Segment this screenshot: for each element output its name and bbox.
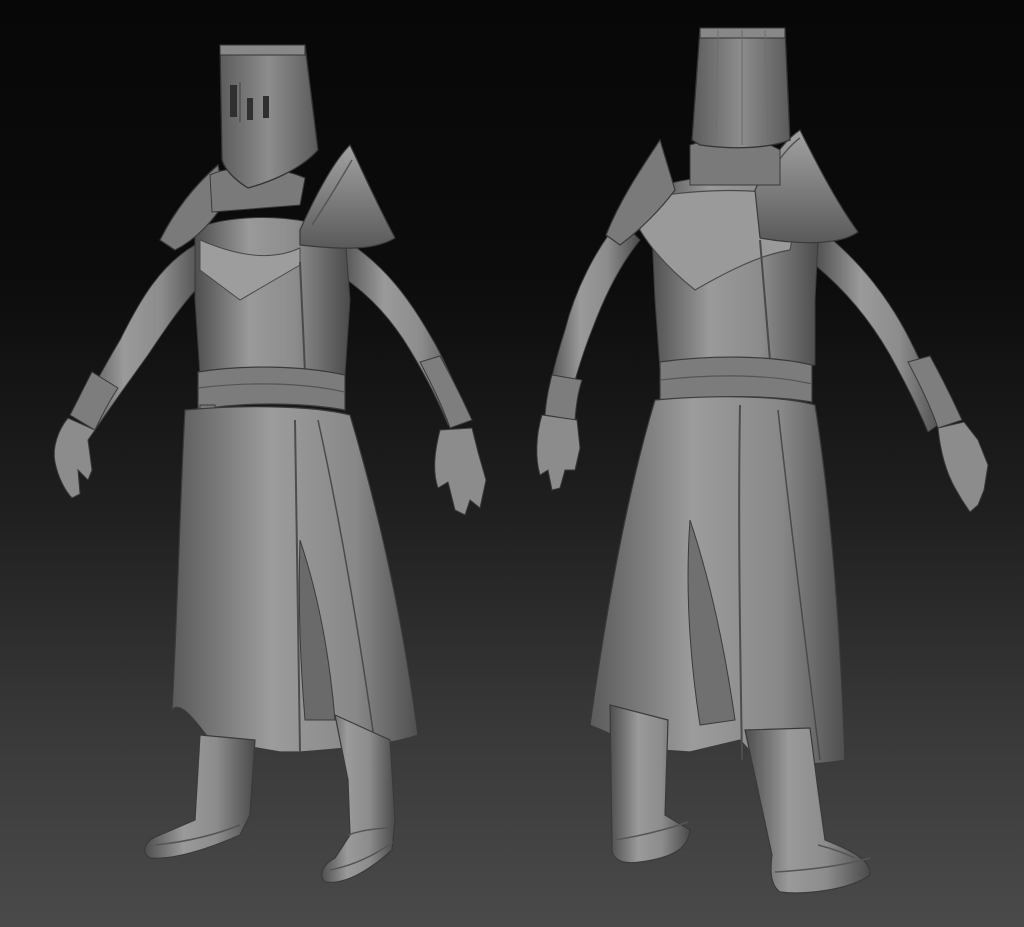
back-right-boot	[744, 727, 871, 894]
back-right-arm	[814, 229, 946, 433]
front-helm-slot-3	[263, 96, 269, 118]
back-right-hand	[937, 421, 989, 513]
front-left-boot	[144, 734, 256, 859]
render-viewport	[0, 0, 1024, 927]
back-great-helm	[691, 27, 791, 149]
back-left-cuff	[544, 374, 583, 421]
front-figure	[53, 44, 487, 883]
back-figure	[536, 27, 989, 894]
front-right-pauldron	[299, 143, 396, 249]
back-left-hand	[536, 414, 581, 491]
front-helm-slot-1	[230, 85, 237, 117]
front-right-cuff	[419, 355, 473, 429]
knight-sculpt-render	[53, 27, 989, 894]
front-right-hand	[434, 427, 487, 516]
front-helm-slot-2	[247, 98, 253, 120]
front-left-hand	[53, 417, 96, 499]
